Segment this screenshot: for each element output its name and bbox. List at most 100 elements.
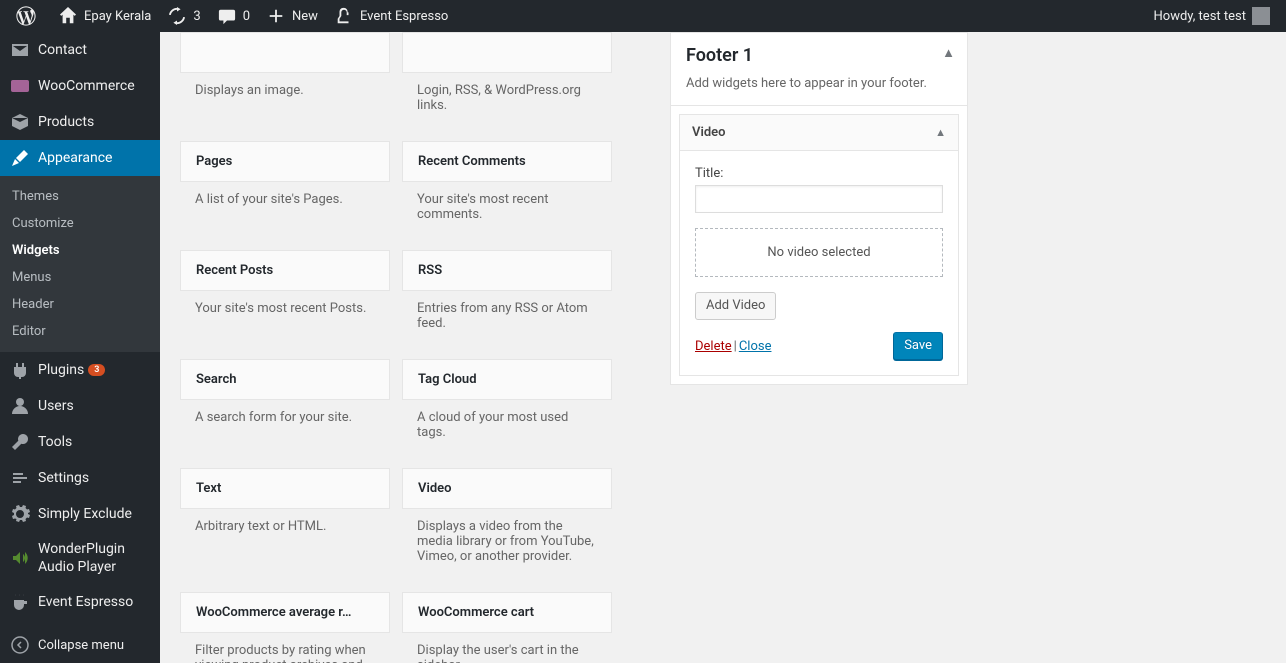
menu-simply-exclude[interactable]: Simply Exclude bbox=[0, 496, 160, 532]
widget-top[interactable]: Tag Cloud bbox=[402, 359, 612, 400]
menu-tools[interactable]: Tools bbox=[0, 424, 160, 460]
widget-description: Displays an image. bbox=[180, 73, 390, 116]
available-widget: VideoDisplays a video from the media lib… bbox=[402, 468, 612, 582]
available-widget: Tag CloudA cloud of your most used tags. bbox=[402, 359, 612, 458]
site-name-link[interactable]: Epay Kerala bbox=[50, 0, 159, 32]
plugins-badge: 3 bbox=[88, 364, 105, 376]
widget-top[interactable]: WooCommerce average r… bbox=[180, 592, 390, 633]
comment-icon bbox=[217, 6, 237, 26]
chevron-up-icon[interactable]: ▲ bbox=[942, 45, 955, 61]
widget-top[interactable]: WooCommerce cart bbox=[402, 592, 612, 633]
widget-top[interactable]: Recent Comments bbox=[402, 141, 612, 182]
menu-products[interactable]: Products bbox=[0, 104, 160, 140]
woo-icon bbox=[10, 76, 30, 96]
submenu-widgets[interactable]: Widgets bbox=[0, 237, 160, 264]
user-icon bbox=[10, 396, 30, 416]
available-widget: WooCommerce cartDisplay the user's cart … bbox=[402, 592, 612, 663]
submenu-customize[interactable]: Customize bbox=[0, 210, 160, 237]
menu-woocommerce[interactable]: WooCommerce bbox=[0, 68, 160, 104]
available-widget: Recent CommentsYour site's most recent c… bbox=[402, 141, 612, 240]
widget-top[interactable]: Recent Posts bbox=[180, 250, 390, 291]
footer-widgets-container: Video ▲ Title: No video selected Add Vid… bbox=[670, 105, 968, 385]
submenu-header[interactable]: Header bbox=[0, 291, 160, 318]
widget-top[interactable]: Text bbox=[180, 468, 390, 509]
widget-description: Display the user's cart in the sidebar. bbox=[402, 633, 612, 663]
widget-top[interactable]: RSS bbox=[402, 250, 612, 291]
widget-top[interactable] bbox=[180, 32, 390, 73]
widget-description: Arbitrary text or HTML. bbox=[180, 509, 390, 552]
widget-top[interactable]: Search bbox=[180, 359, 390, 400]
menu-appearance[interactable]: Appearance bbox=[0, 140, 160, 176]
plug-icon bbox=[10, 360, 30, 380]
widget-description: A list of your site's Pages. bbox=[180, 182, 390, 225]
menu-wonderplugin[interactable]: WonderPlugin Audio Player bbox=[0, 532, 160, 584]
updates-count: 3 bbox=[193, 9, 200, 24]
sliders-icon bbox=[10, 468, 30, 488]
howdy-link[interactable]: Howdy, test test bbox=[1146, 0, 1279, 32]
video-widget-title: Video bbox=[692, 125, 726, 140]
available-widget: RSSEntries from any RSS or Atom feed. bbox=[402, 250, 612, 349]
available-widget: Login, RSS, & WordPress.org links. bbox=[402, 32, 612, 131]
close-link[interactable]: Close bbox=[739, 339, 772, 354]
admin-sidebar: Contact WooCommerce Products Appearance … bbox=[0, 32, 160, 663]
available-widget: Displays an image. bbox=[180, 32, 390, 131]
available-widget: PagesA list of your site's Pages. bbox=[180, 141, 390, 240]
submenu-editor[interactable]: Editor bbox=[0, 318, 160, 345]
ee-label: Event Espresso bbox=[360, 9, 448, 24]
video-title-input[interactable] bbox=[695, 185, 943, 213]
wrench-icon bbox=[10, 432, 30, 452]
brush-icon bbox=[10, 148, 30, 168]
new-label: New bbox=[292, 9, 318, 24]
menu-plugins[interactable]: Plugins3 bbox=[0, 352, 160, 388]
widget-top[interactable]: Video bbox=[402, 468, 612, 509]
wordpress-icon bbox=[16, 6, 36, 26]
submenu-themes[interactable]: Themes bbox=[0, 183, 160, 210]
menu-event-espresso[interactable]: Event Espresso bbox=[0, 584, 160, 620]
available-widgets: Displays an image. Login, RSS, & WordPre… bbox=[180, 32, 612, 663]
footer-desc: Add widgets here to appear in your foote… bbox=[686, 76, 952, 91]
submenu-menus[interactable]: Menus bbox=[0, 264, 160, 291]
widget-description: A search form for your site. bbox=[180, 400, 390, 443]
wp-logo[interactable] bbox=[8, 0, 50, 32]
comments-count: 0 bbox=[243, 9, 250, 24]
menu-settings[interactable]: Settings bbox=[0, 460, 160, 496]
gear-icon bbox=[10, 504, 30, 524]
ee-link[interactable]: Event Espresso bbox=[326, 0, 456, 32]
delete-link[interactable]: Delete bbox=[695, 339, 732, 354]
widget-description: Your site's most recent Posts. bbox=[180, 291, 390, 334]
plus-icon bbox=[266, 6, 286, 26]
collapse-icon bbox=[10, 635, 30, 655]
admin-bar: Epay Kerala 3 0 New Event Espresso Howdy… bbox=[0, 0, 1286, 32]
content-area: Displays an image. Login, RSS, & WordPre… bbox=[160, 32, 1286, 663]
audio-icon bbox=[10, 548, 30, 568]
new-link[interactable]: New bbox=[258, 0, 326, 32]
widget-description: Entries from any RSS or Atom feed. bbox=[402, 291, 612, 349]
no-video-placeholder: No video selected bbox=[695, 228, 943, 277]
footer-1-header[interactable]: Footer 1 Add widgets here to appear in y… bbox=[670, 32, 968, 105]
save-button[interactable]: Save bbox=[893, 332, 943, 360]
footer-1-area: Footer 1 Add widgets here to appear in y… bbox=[670, 32, 968, 663]
howdy-text: Howdy, test test bbox=[1154, 9, 1247, 24]
footer-title: Footer 1 bbox=[686, 45, 952, 66]
espresso-icon bbox=[10, 592, 30, 612]
menu-users[interactable]: Users bbox=[0, 388, 160, 424]
widget-description: Login, RSS, & WordPress.org links. bbox=[402, 73, 612, 131]
separator: | bbox=[734, 339, 737, 354]
chevron-up-icon: ▲ bbox=[935, 126, 946, 139]
widget-top[interactable] bbox=[402, 32, 612, 73]
ee-icon bbox=[334, 6, 354, 26]
avatar-icon bbox=[1252, 7, 1270, 25]
refresh-icon bbox=[167, 6, 187, 26]
menu-contact[interactable]: Contact bbox=[0, 32, 160, 68]
add-video-button[interactable]: Add Video bbox=[695, 292, 776, 320]
available-widget: SearchA search form for your site. bbox=[180, 359, 390, 458]
video-title-label: Title: bbox=[695, 166, 943, 181]
box-icon bbox=[10, 112, 30, 132]
comments-link[interactable]: 0 bbox=[209, 0, 258, 32]
mail-icon bbox=[10, 40, 30, 60]
video-widget-header[interactable]: Video ▲ bbox=[679, 114, 959, 151]
widget-top[interactable]: Pages bbox=[180, 141, 390, 182]
updates-link[interactable]: 3 bbox=[159, 0, 208, 32]
collapse-menu[interactable]: Collapse menu bbox=[0, 627, 160, 663]
widget-description: Filter products by rating when viewing p… bbox=[180, 633, 390, 663]
